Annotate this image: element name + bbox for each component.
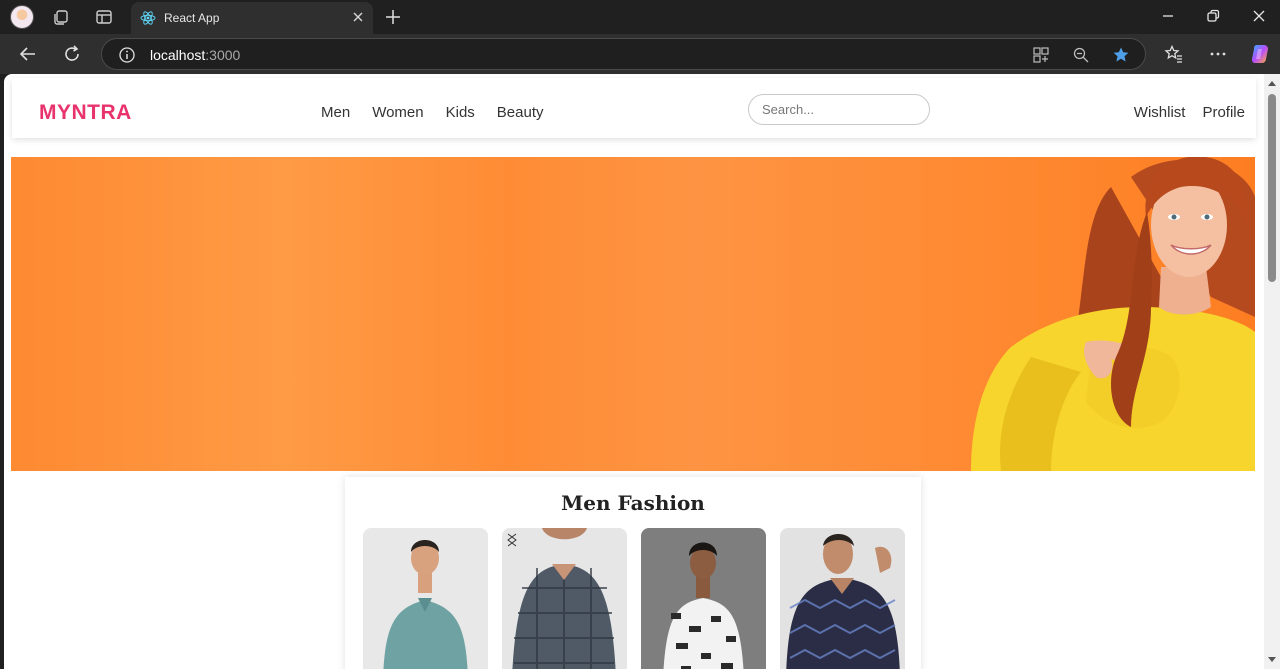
- nav-link-women[interactable]: Women: [372, 104, 423, 121]
- copilot-icon[interactable]: [1249, 43, 1271, 65]
- minimize-icon[interactable]: [1160, 8, 1176, 24]
- site-header: MYNTRA Men Women Kids Beauty Wishlist Pr…: [12, 78, 1256, 138]
- tab-react-app[interactable]: React App: [131, 2, 373, 34]
- workspaces-icon[interactable]: [52, 8, 70, 26]
- scroll-up-icon[interactable]: [1267, 79, 1277, 89]
- section-title: Men Fashion: [561, 491, 705, 515]
- product-image: [502, 528, 627, 669]
- close-tab-icon[interactable]: [351, 10, 365, 24]
- restore-icon[interactable]: [1205, 8, 1221, 24]
- nav-link-beauty[interactable]: Beauty: [497, 104, 544, 121]
- product-image: [363, 528, 488, 669]
- more-menu-icon[interactable]: [1208, 44, 1228, 64]
- page-viewport: MYNTRA Men Women Kids Beauty Wishlist Pr…: [4, 74, 1264, 669]
- favorites-icon[interactable]: [1164, 44, 1184, 64]
- browser-toolbar: localhost:3000: [0, 34, 1280, 74]
- product-image: [641, 528, 766, 669]
- close-window-icon[interactable]: [1251, 8, 1267, 24]
- scroll-down-icon[interactable]: [1267, 654, 1277, 664]
- app-available-icon[interactable]: [1032, 46, 1050, 64]
- zoom-out-icon[interactable]: [1072, 46, 1090, 64]
- product-card[interactable]: [641, 528, 766, 669]
- address-bar[interactable]: localhost:3000: [101, 38, 1146, 70]
- hero-banner[interactable]: [11, 157, 1255, 471]
- site-info-icon[interactable]: [118, 46, 136, 64]
- product-card[interactable]: [780, 528, 905, 669]
- url-text[interactable]: localhost:3000: [150, 47, 240, 63]
- site-logo[interactable]: MYNTRA: [39, 101, 132, 125]
- user-nav: Wishlist Profile: [1134, 104, 1245, 121]
- nav-link-men[interactable]: Men: [321, 104, 350, 121]
- nav-link-kids[interactable]: Kids: [446, 104, 475, 121]
- favorite-star-icon[interactable]: [1112, 46, 1130, 64]
- search-input[interactable]: [748, 94, 930, 125]
- page-scrollbar[interactable]: [1264, 74, 1280, 669]
- refresh-icon[interactable]: [62, 44, 82, 64]
- browser-profile-avatar[interactable]: [10, 5, 34, 29]
- product-card[interactable]: [363, 528, 488, 669]
- nav-link-wishlist[interactable]: Wishlist: [1134, 104, 1186, 121]
- tab-title: React App: [164, 11, 220, 25]
- browser-tab-bar: React App: [0, 0, 1280, 34]
- url-host: localhost: [150, 47, 206, 63]
- vertical-tabs-icon[interactable]: [95, 8, 113, 26]
- new-tab-icon[interactable]: [384, 8, 402, 26]
- men-fashion-section: Men Fashion: [345, 477, 921, 669]
- back-icon[interactable]: [18, 44, 38, 64]
- main-nav: Men Women Kids Beauty: [321, 104, 544, 121]
- product-image: [780, 528, 905, 669]
- product-card[interactable]: [502, 528, 627, 669]
- url-port: :3000: [205, 47, 241, 63]
- nav-link-profile[interactable]: Profile: [1202, 104, 1245, 121]
- react-icon: [140, 11, 156, 25]
- scrollbar-thumb[interactable]: [1268, 94, 1276, 282]
- banner-model-image: [971, 157, 1255, 471]
